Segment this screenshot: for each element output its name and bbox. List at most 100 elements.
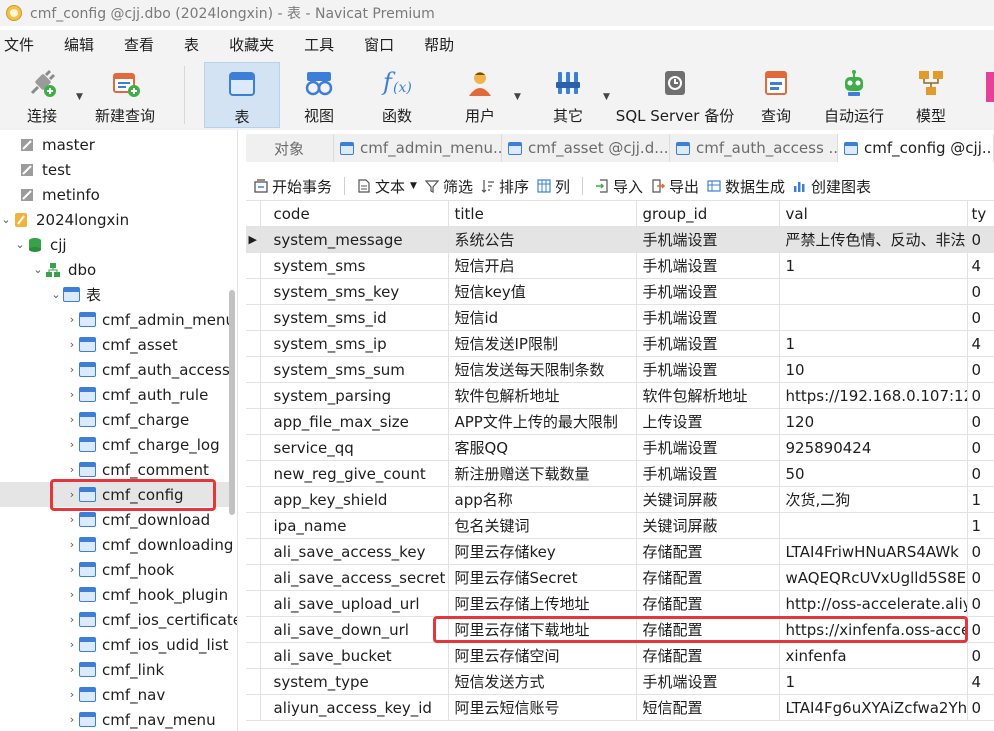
chevron-right-icon[interactable]: › [66,688,78,701]
cell-ty[interactable]: 0 [966,694,994,721]
user-button[interactable]: 用户 [452,62,508,128]
table-row[interactable]: system_sms_sum 短信发送每天限制条数 手机端设置 10 0 [246,356,994,383]
cell-title[interactable]: 系统公告 [447,226,637,253]
tree-item-cmf-ios-certificate[interactable]: › cmf_ios_certificate [66,607,237,632]
column-header-code[interactable]: code [259,200,449,227]
cell-ty[interactable]: 0 [966,434,994,461]
cell-code[interactable]: new_reg_give_count [259,460,449,487]
cell-val[interactable] [778,304,968,331]
column-header-ty[interactable]: ty [966,200,994,227]
table-row[interactable]: system_type 短信发送方式 手机端设置 1 4 [246,668,994,695]
cell-group-id[interactable]: 短信配置 [635,694,780,721]
query-button[interactable]: 查询 [748,62,804,128]
model-button[interactable]: 模型 [904,62,958,128]
cell-ty[interactable]: 0 [966,590,994,617]
column-header-val[interactable]: val [778,200,968,227]
chevron-down-icon[interactable]: ⌄ [50,288,62,301]
cell-ty[interactable]: 4 [966,330,994,357]
cell-title[interactable]: 短信key值 [447,278,637,305]
cell-code[interactable]: service_qq [259,434,449,461]
cell-group-id[interactable]: 手机端设置 [635,252,780,279]
tree-item-cmf-nav-menu[interactable]: › cmf_nav_menu [66,707,237,731]
chevron-right-icon[interactable]: › [66,563,78,576]
tree-item-cmf-hook-plugin[interactable]: › cmf_hook_plugin [66,582,237,607]
connect-dropdown-icon[interactable]: ▼ [76,92,83,102]
table-row[interactable]: ipa_name 包名关键词 关键词屏蔽 1 [246,512,994,539]
cell-val[interactable]: 925890424 [778,434,968,461]
new-query-button[interactable]: 新建查询 [90,62,160,128]
table-row[interactable]: system_sms_ip 短信发送IP限制 手机端设置 1 4 [246,330,994,357]
row-marker[interactable] [246,278,261,305]
cell-code[interactable]: ali_save_bucket [259,642,449,669]
cell-code[interactable]: ali_save_access_secret [259,564,449,591]
cell-group-id[interactable]: 手机端设置 [635,356,780,383]
cell-code[interactable]: aliyun_access_key_id [259,694,449,721]
cell-val[interactable] [778,512,968,539]
cell-group-id[interactable]: 存储配置 [635,538,780,565]
cell-ty[interactable]: 0 [966,616,994,643]
cell-title[interactable]: app名称 [447,486,637,513]
tree-item-test[interactable]: test [6,157,236,182]
cell-title[interactable]: 客服QQ [447,434,637,461]
cell-group-id[interactable]: 存储配置 [635,642,780,669]
table-row[interactable]: ali_save_down_url 阿里云存储下载地址 存储配置 https://xi… [246,616,994,643]
export-button[interactable]: 导出 [651,176,699,197]
tree-item-cmf-asset[interactable]: › cmf_asset [66,332,237,357]
chevron-down-icon[interactable]: ⌄ [0,213,12,226]
filter-button[interactable]: 筛选 [424,176,473,197]
menu-edit[interactable]: 编辑 [64,34,94,55]
tree-item-cmf-config[interactable]: › cmf_config [0,482,230,507]
chevron-down-icon[interactable]: ⌄ [32,263,44,276]
cell-val[interactable]: 1 [778,668,968,695]
cell-val[interactable]: xinfenfa [778,642,968,669]
sort-button[interactable]: 排序 [481,176,529,197]
table-row[interactable]: system_parsing 软件包解析地址 软件包解析地址 https://192.… [246,382,994,409]
table-row[interactable]: ali_save_upload_url 阿里云存储上传地址 存储配置 http://o… [246,590,994,617]
cell-code[interactable]: ali_save_down_url [259,616,449,643]
table-row[interactable]: app_key_shield app名称 关键词屏蔽 次货,二狗 1 [246,486,994,513]
user-dropdown-icon[interactable]: ▼ [514,92,521,102]
row-marker[interactable] [246,694,261,721]
cell-title[interactable]: 短信发送IP限制 [447,330,637,357]
menu-window[interactable]: 窗口 [364,34,394,55]
chevron-right-icon[interactable]: › [66,663,78,676]
tree-item-cmf-auth-rule[interactable]: › cmf_auth_rule [66,382,237,407]
cell-title[interactable]: 短信发送方式 [447,668,637,695]
cell-val[interactable]: https://xinfenfa.oss-acce [778,616,968,643]
table-row[interactable]: ▶ system_message 系统公告 手机端设置 严禁上传色情、反动、非法 0 [246,226,994,253]
row-marker[interactable] [246,356,261,383]
row-marker[interactable] [246,538,261,565]
cell-val[interactable]: http://oss-accelerate.aliy [778,590,968,617]
row-marker[interactable] [246,642,261,669]
chevron-right-icon[interactable]: › [66,588,78,601]
cell-title[interactable]: 短信开启 [447,252,637,279]
cell-code[interactable]: system_sms_sum [259,356,449,383]
table-row[interactable]: ali_save_access_key 阿里云存储key 存储配置 LTAI4Friw… [246,538,994,565]
table-row[interactable]: ali_save_bucket 阿里云存储空间 存储配置 xinfenfa 0 [246,642,994,669]
chevron-right-icon[interactable]: › [66,413,78,426]
chevron-right-icon[interactable]: › [66,638,78,651]
cell-group-id[interactable]: 软件包解析地址 [635,382,780,409]
cell-title[interactable]: 软件包解析地址 [447,382,637,409]
cell-group-id[interactable]: 存储配置 [635,590,780,617]
tree-item-cmf-nav[interactable]: › cmf_nav [66,682,237,707]
cell-code[interactable]: system_sms_ip [259,330,449,357]
columns-button[interactable]: 列 [537,176,570,197]
table-button[interactable]: 表 [204,62,280,128]
table-row[interactable]: app_file_max_size APP文件上传的最大限制 上传设置 120 0 [246,408,994,435]
begin-transaction-button[interactable]: 开始事务 [254,176,332,197]
chevron-right-icon[interactable]: › [66,363,78,376]
row-marker[interactable] [246,408,261,435]
cell-group-id[interactable]: 手机端设置 [635,668,780,695]
tree-item-cmf-link[interactable]: › cmf_link [66,657,237,682]
row-marker[interactable] [246,486,261,513]
chevron-right-icon[interactable]: › [66,513,78,526]
cell-val[interactable]: wAQEQRcUVxUglld5S8E [778,564,968,591]
chevron-right-icon[interactable]: › [66,313,78,326]
chevron-right-icon[interactable]: › [66,338,78,351]
cell-title[interactable]: 包名关键词 [447,512,637,539]
chevron-down-icon[interactable]: ⌄ [14,238,26,251]
row-marker[interactable] [246,460,261,487]
row-marker[interactable] [246,304,261,331]
cell-title[interactable]: APP文件上传的最大限制 [447,408,637,435]
